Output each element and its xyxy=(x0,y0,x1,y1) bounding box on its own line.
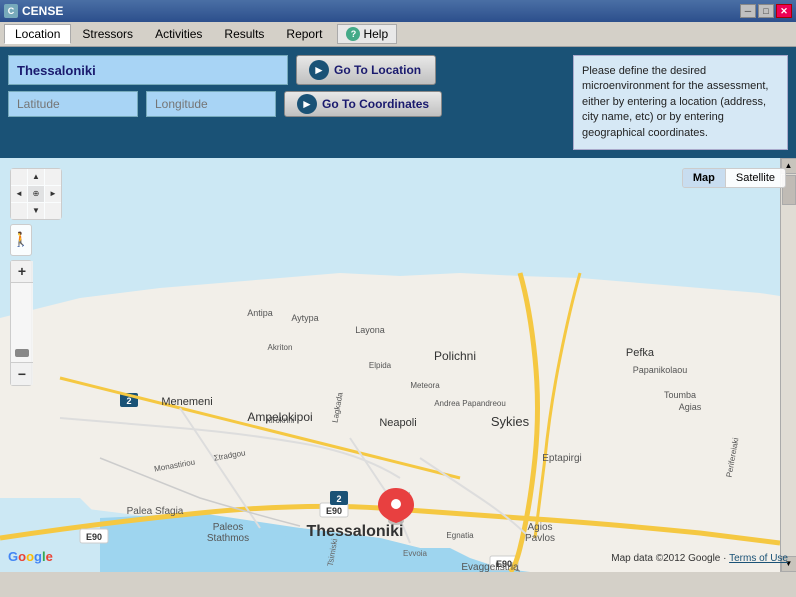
info-box: Please define the desired microenvironme… xyxy=(573,55,788,150)
close-button[interactable]: ✕ xyxy=(776,4,792,18)
scroll-track[interactable] xyxy=(781,174,796,556)
nav-center: ⊕ xyxy=(28,186,44,202)
terms-of-use-link[interactable]: Terms of Use xyxy=(729,553,788,564)
svg-text:Eptapirgi: Eptapirgi xyxy=(542,453,581,464)
svg-text:Paleos: Paleos xyxy=(213,522,244,533)
map-attribution: Map data ©2012 Google · Terms of Use xyxy=(611,553,788,564)
top-panel: ► Go To Location ► Go To Coordinates Ple… xyxy=(0,47,796,158)
menu-bar: Location Stressors Activities Results Re… xyxy=(0,22,796,47)
map-container[interactable]: E90 E90 E90 2 2 xyxy=(0,158,796,572)
window-controls[interactable]: ─ □ ✕ xyxy=(740,4,792,18)
svg-text:Neapoli: Neapoli xyxy=(379,417,416,429)
go-location-icon: ► xyxy=(309,60,329,80)
longitude-input[interactable] xyxy=(146,91,276,117)
svg-text:Evaggelistria: Evaggelistria xyxy=(461,562,519,572)
nav-wheel[interactable]: ▲ ◄ ⊕ ► ▼ xyxy=(10,168,62,220)
svg-text:Menemeni: Menemeni xyxy=(161,396,212,408)
scrollbar-right[interactable]: ▲ ▼ xyxy=(780,158,796,572)
zoom-in-button[interactable]: + xyxy=(11,261,33,283)
help-button[interactable]: ? Help xyxy=(337,24,397,44)
tab-report[interactable]: Report xyxy=(275,24,333,44)
title-bar: C CENSE ─ □ ✕ xyxy=(0,0,796,22)
svg-text:Pefka: Pefka xyxy=(626,347,655,359)
nav-left-button[interactable]: ◄ xyxy=(11,186,27,202)
maximize-button[interactable]: □ xyxy=(758,4,774,18)
nav-down-button[interactable]: ▼ xyxy=(28,203,44,219)
tab-results[interactable]: Results xyxy=(213,24,275,44)
svg-text:E90: E90 xyxy=(326,506,342,516)
streetview-button[interactable]: 🚶 xyxy=(10,224,32,256)
nav-right-button[interactable]: ► xyxy=(45,186,61,202)
svg-text:Agios: Agios xyxy=(527,522,552,533)
svg-text:E90: E90 xyxy=(86,532,102,542)
help-label: Help xyxy=(363,27,388,41)
nav-nw-button xyxy=(11,169,27,185)
nav-se-button xyxy=(45,203,61,219)
go-location-button[interactable]: ► Go To Location xyxy=(296,55,436,85)
nav-ne-button xyxy=(45,169,61,185)
info-text: Please define the desired microenvironme… xyxy=(582,65,768,139)
svg-text:Akriton: Akriton xyxy=(268,343,293,352)
svg-text:Egnatia: Egnatia xyxy=(446,531,474,540)
location-input[interactable] xyxy=(8,55,288,85)
map-svg: E90 E90 E90 2 2 xyxy=(0,158,780,572)
svg-text:Sykies: Sykies xyxy=(491,414,530,429)
minimize-button[interactable]: ─ xyxy=(740,4,756,18)
map-type-satellite-button[interactable]: Satellite xyxy=(726,169,785,187)
svg-text:Evvoia: Evvoia xyxy=(403,549,428,558)
go-coords-label: Go To Coordinates xyxy=(322,97,429,111)
svg-text:Papanikolaou: Papanikolaou xyxy=(633,365,688,375)
map-data-label: Map data ©2012 Google xyxy=(611,553,720,564)
svg-text:Pavlos: Pavlos xyxy=(525,533,555,544)
svg-text:Ampelokipoi: Ampelokipoi xyxy=(247,410,312,424)
map-controls: ▲ ◄ ⊕ ► ▼ 🚶 + − xyxy=(10,168,62,386)
svg-text:Meteora: Meteora xyxy=(410,381,440,390)
zoom-control[interactable]: + − xyxy=(10,260,32,386)
svg-text:2: 2 xyxy=(126,396,131,406)
map-type-buttons[interactable]: Map Satellite xyxy=(682,168,786,188)
latitude-input[interactable] xyxy=(8,91,138,117)
svg-text:Stathmos: Stathmos xyxy=(207,533,249,544)
svg-text:Elpida: Elpida xyxy=(369,361,392,370)
svg-text:Toumba: Toumba xyxy=(664,390,696,400)
app-title: CENSE xyxy=(22,4,63,18)
coord-row: ► Go To Coordinates xyxy=(8,91,565,117)
map-type-map-button[interactable]: Map xyxy=(683,169,726,187)
go-coords-icon: ► xyxy=(297,94,317,114)
controls-area: ► Go To Location ► Go To Coordinates xyxy=(8,55,565,117)
svg-text:Polichni: Polichni xyxy=(434,349,476,363)
svg-text:Agias: Agias xyxy=(679,402,702,412)
svg-text:Layona: Layona xyxy=(355,325,385,335)
location-row: ► Go To Location xyxy=(8,55,565,85)
svg-text:Thessaloniki: Thessaloniki xyxy=(307,523,404,540)
zoom-slider-track[interactable] xyxy=(11,283,33,363)
app-icon: C xyxy=(4,4,18,18)
go-location-label: Go To Location xyxy=(334,63,421,77)
svg-text:Antipa: Antipa xyxy=(247,308,273,318)
nav-up-button[interactable]: ▲ xyxy=(28,169,44,185)
tab-activities[interactable]: Activities xyxy=(144,24,213,44)
nav-sw-button xyxy=(11,203,27,219)
zoom-out-button[interactable]: − xyxy=(11,363,33,385)
map-background: E90 E90 E90 2 2 xyxy=(0,158,796,572)
tab-location[interactable]: Location xyxy=(4,24,71,44)
svg-text:Andrea Papandreou: Andrea Papandreou xyxy=(434,399,506,408)
help-icon: ? xyxy=(346,27,360,41)
svg-text:Palea Sfagia: Palea Sfagia xyxy=(127,506,184,517)
svg-text:Aytypa: Aytypa xyxy=(291,313,318,323)
google-logo: Google xyxy=(8,549,53,564)
svg-text:2: 2 xyxy=(336,494,341,504)
zoom-slider-knob[interactable] xyxy=(15,349,29,357)
tab-stressors[interactable]: Stressors xyxy=(71,24,144,44)
go-coords-button[interactable]: ► Go To Coordinates xyxy=(284,91,442,117)
